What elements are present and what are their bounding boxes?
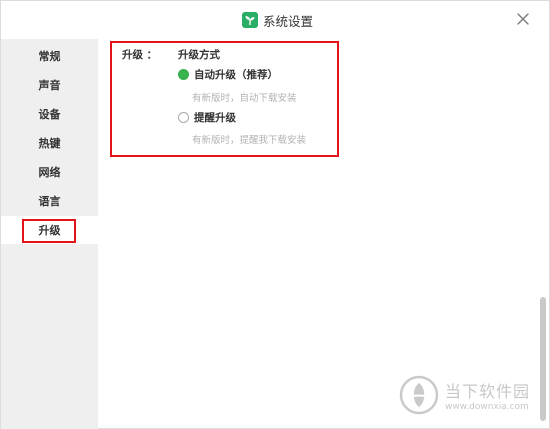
sidebar-item-label: 热键 bbox=[38, 137, 61, 150]
sidebar-item-device[interactable]: 设备 bbox=[1, 100, 98, 128]
upgrade-method-title: 升级方式 bbox=[178, 49, 220, 61]
remind-upgrade-radio[interactable]: 提醒升级 bbox=[178, 110, 236, 125]
upgrade-row-label: 升级 ： bbox=[122, 49, 158, 61]
title-bar: 系统设置 bbox=[1, 1, 550, 39]
radio-checked-icon bbox=[178, 69, 189, 80]
close-icon bbox=[517, 13, 529, 25]
auto-upgrade-hint: 有新版时，自动下载安装 bbox=[192, 93, 297, 104]
close-button[interactable] bbox=[513, 9, 533, 29]
highlight-frame-sidebar bbox=[22, 219, 76, 243]
sidebar-item-language[interactable]: 语言 bbox=[1, 187, 98, 215]
sidebar-item-label: 语言 bbox=[38, 195, 61, 208]
window-title: 系统设置 bbox=[263, 13, 314, 29]
scrollbar-thumb[interactable] bbox=[540, 297, 546, 421]
sidebar-item-label: 设备 bbox=[38, 108, 61, 121]
title-wrap: 系统设置 bbox=[242, 11, 313, 29]
sidebar-item-sound[interactable]: 声音 bbox=[1, 71, 98, 99]
watermark-logo-icon bbox=[399, 375, 439, 415]
watermark-url: www.downxia.com bbox=[445, 402, 529, 412]
auto-upgrade-radio[interactable]: 自动升级（推荐） bbox=[178, 67, 278, 82]
sidebar-item-label: 网络 bbox=[38, 166, 61, 179]
watermark-brand: 当下软件园 bbox=[445, 382, 531, 401]
auto-upgrade-label: 自动升级（推荐） bbox=[194, 69, 278, 81]
remind-upgrade-label: 提醒升级 bbox=[194, 112, 236, 124]
radio-unchecked-icon bbox=[178, 112, 189, 123]
settings-window: 系统设置 常规 声音 设备 热键 网络 语言 升级 升级 ： 升级方式 自动升级… bbox=[0, 0, 550, 429]
watermark: 当下软件园 www.downxia.com bbox=[399, 372, 539, 418]
sidebar-item-network[interactable]: 网络 bbox=[1, 158, 98, 186]
sidebar-item-hotkey[interactable]: 热键 bbox=[1, 129, 98, 157]
watermark-text: 当下软件园 www.downxia.com bbox=[445, 378, 530, 412]
sidebar-item-label: 常规 bbox=[38, 50, 61, 63]
sidebar-item-label: 声音 bbox=[38, 79, 61, 92]
sprout-icon bbox=[242, 12, 258, 28]
sidebar-item-general[interactable]: 常规 bbox=[1, 42, 98, 70]
remind-upgrade-hint: 有新版时，提醒我下载安装 bbox=[192, 135, 307, 146]
